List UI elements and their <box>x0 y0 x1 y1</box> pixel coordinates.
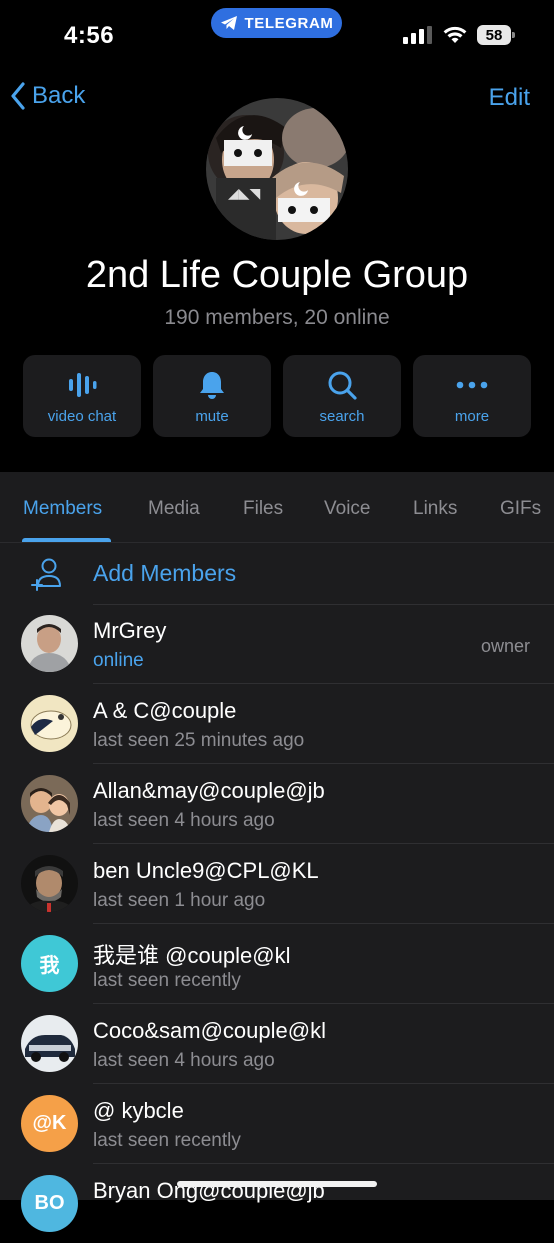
chevron-left-icon <box>11 82 25 110</box>
avatar-initials: BO <box>21 1175 78 1232</box>
telegram-pill[interactable]: TELEGRAM <box>211 8 342 38</box>
member-row[interactable]: Allan&may@couple@jb last seen 4 hours ag… <box>0 764 554 843</box>
avatar <box>21 695 78 752</box>
back-label: Back <box>32 82 86 109</box>
member-row[interactable]: A & C@couple last seen 25 minutes ago <box>0 684 554 763</box>
status-icons: 58 <box>403 24 515 46</box>
mute-label: mute <box>195 408 229 425</box>
member-status: last seen 4 hours ago <box>93 1050 275 1071</box>
member-name: Coco&sam@couple@kl <box>93 1018 326 1043</box>
telegram-icon <box>220 16 237 30</box>
member-status: last seen 25 minutes ago <box>93 730 305 751</box>
member-name: ben Uncle9@CPL@KL <box>93 858 319 883</box>
status-time: 4:56 <box>64 22 115 49</box>
mute-button[interactable]: mute <box>153 355 271 437</box>
bell-icon <box>200 372 224 399</box>
member-row[interactable]: @K @ kybcle last seen recently <box>0 1084 554 1163</box>
video-chat-icon <box>69 373 97 397</box>
member-row[interactable]: Coco&sam@couple@kl last seen 4 hours ago <box>0 1004 554 1083</box>
wifi-icon <box>443 26 467 43</box>
tab-members[interactable]: Members <box>23 498 102 520</box>
add-user-icon <box>31 558 61 591</box>
tab-files[interactable]: Files <box>243 498 283 520</box>
member-row[interactable]: 我 我是谁 @couple@kl last seen recently <box>0 924 554 1003</box>
video-chat-button[interactable]: video chat <box>23 355 141 437</box>
action-buttons: video chat mute search more <box>23 355 531 437</box>
active-tab-indicator <box>22 538 111 542</box>
member-row[interactable]: BO Bryan Ong@couple@jb <box>0 1164 554 1243</box>
more-button[interactable]: more <box>413 355 531 437</box>
svg-text:◢◣◥: ◢◣◥ <box>228 186 261 202</box>
telegram-pill-label: TELEGRAM <box>244 14 334 32</box>
home-indicator[interactable] <box>177 1181 377 1187</box>
tab-bar: Members Media Files Voice Links GIFs <box>0 472 554 543</box>
member-status: online <box>93 650 144 671</box>
more-label: more <box>454 408 490 425</box>
avatar <box>21 1015 78 1072</box>
group-member-count: 190 members, 20 online <box>164 306 390 329</box>
group-avatar[interactable]: ◢◣◥ <box>206 98 348 240</box>
member-name: @ kybcle <box>93 1098 184 1123</box>
tab-media[interactable]: Media <box>148 498 200 520</box>
member-name: 我是谁 @couple@kl <box>93 943 291 968</box>
member-row[interactable]: ben Uncle9@CPL@KL last seen 1 hour ago <box>0 844 554 923</box>
member-status: last seen recently <box>93 970 241 991</box>
add-members-label: Add Members <box>93 560 237 586</box>
member-name: A & C@couple <box>93 698 237 723</box>
tab-voice[interactable]: Voice <box>324 498 370 520</box>
more-icon <box>456 381 488 389</box>
back-button[interactable]: Back <box>10 82 85 110</box>
avatar <box>21 775 78 832</box>
member-status: last seen 4 hours ago <box>93 810 275 831</box>
member-name: MrGrey <box>93 618 167 643</box>
avatar <box>21 855 78 912</box>
tab-links[interactable]: Links <box>413 498 457 520</box>
member-status: last seen 1 hour ago <box>93 890 266 911</box>
signal-icon <box>403 26 432 44</box>
add-members-row[interactable]: Add Members <box>0 543 554 604</box>
group-title: 2nd Life Couple Group <box>85 254 469 296</box>
search-button[interactable]: search <box>283 355 401 437</box>
avatar <box>21 615 78 672</box>
tab-gifs[interactable]: GIFs <box>500 498 541 520</box>
avatar-initials: 我 <box>21 935 78 992</box>
search-label: search <box>319 408 365 425</box>
member-role: owner <box>480 636 530 656</box>
video-chat-label: video chat <box>47 408 117 425</box>
status-bar: 4:56 TELEGRAM 58 <box>0 0 554 60</box>
member-status: last seen recently <box>93 1130 241 1151</box>
battery-indicator: 58 <box>477 25 515 45</box>
avatar-initials: @K <box>21 1095 78 1152</box>
member-row[interactable]: MrGrey online owner <box>0 604 554 683</box>
member-name: Allan&may@couple@jb <box>93 778 325 803</box>
edit-button[interactable]: Edit <box>489 84 530 112</box>
search-icon <box>328 371 357 400</box>
members-panel: Members Media Files Voice Links GIFs Add… <box>0 472 554 1232</box>
